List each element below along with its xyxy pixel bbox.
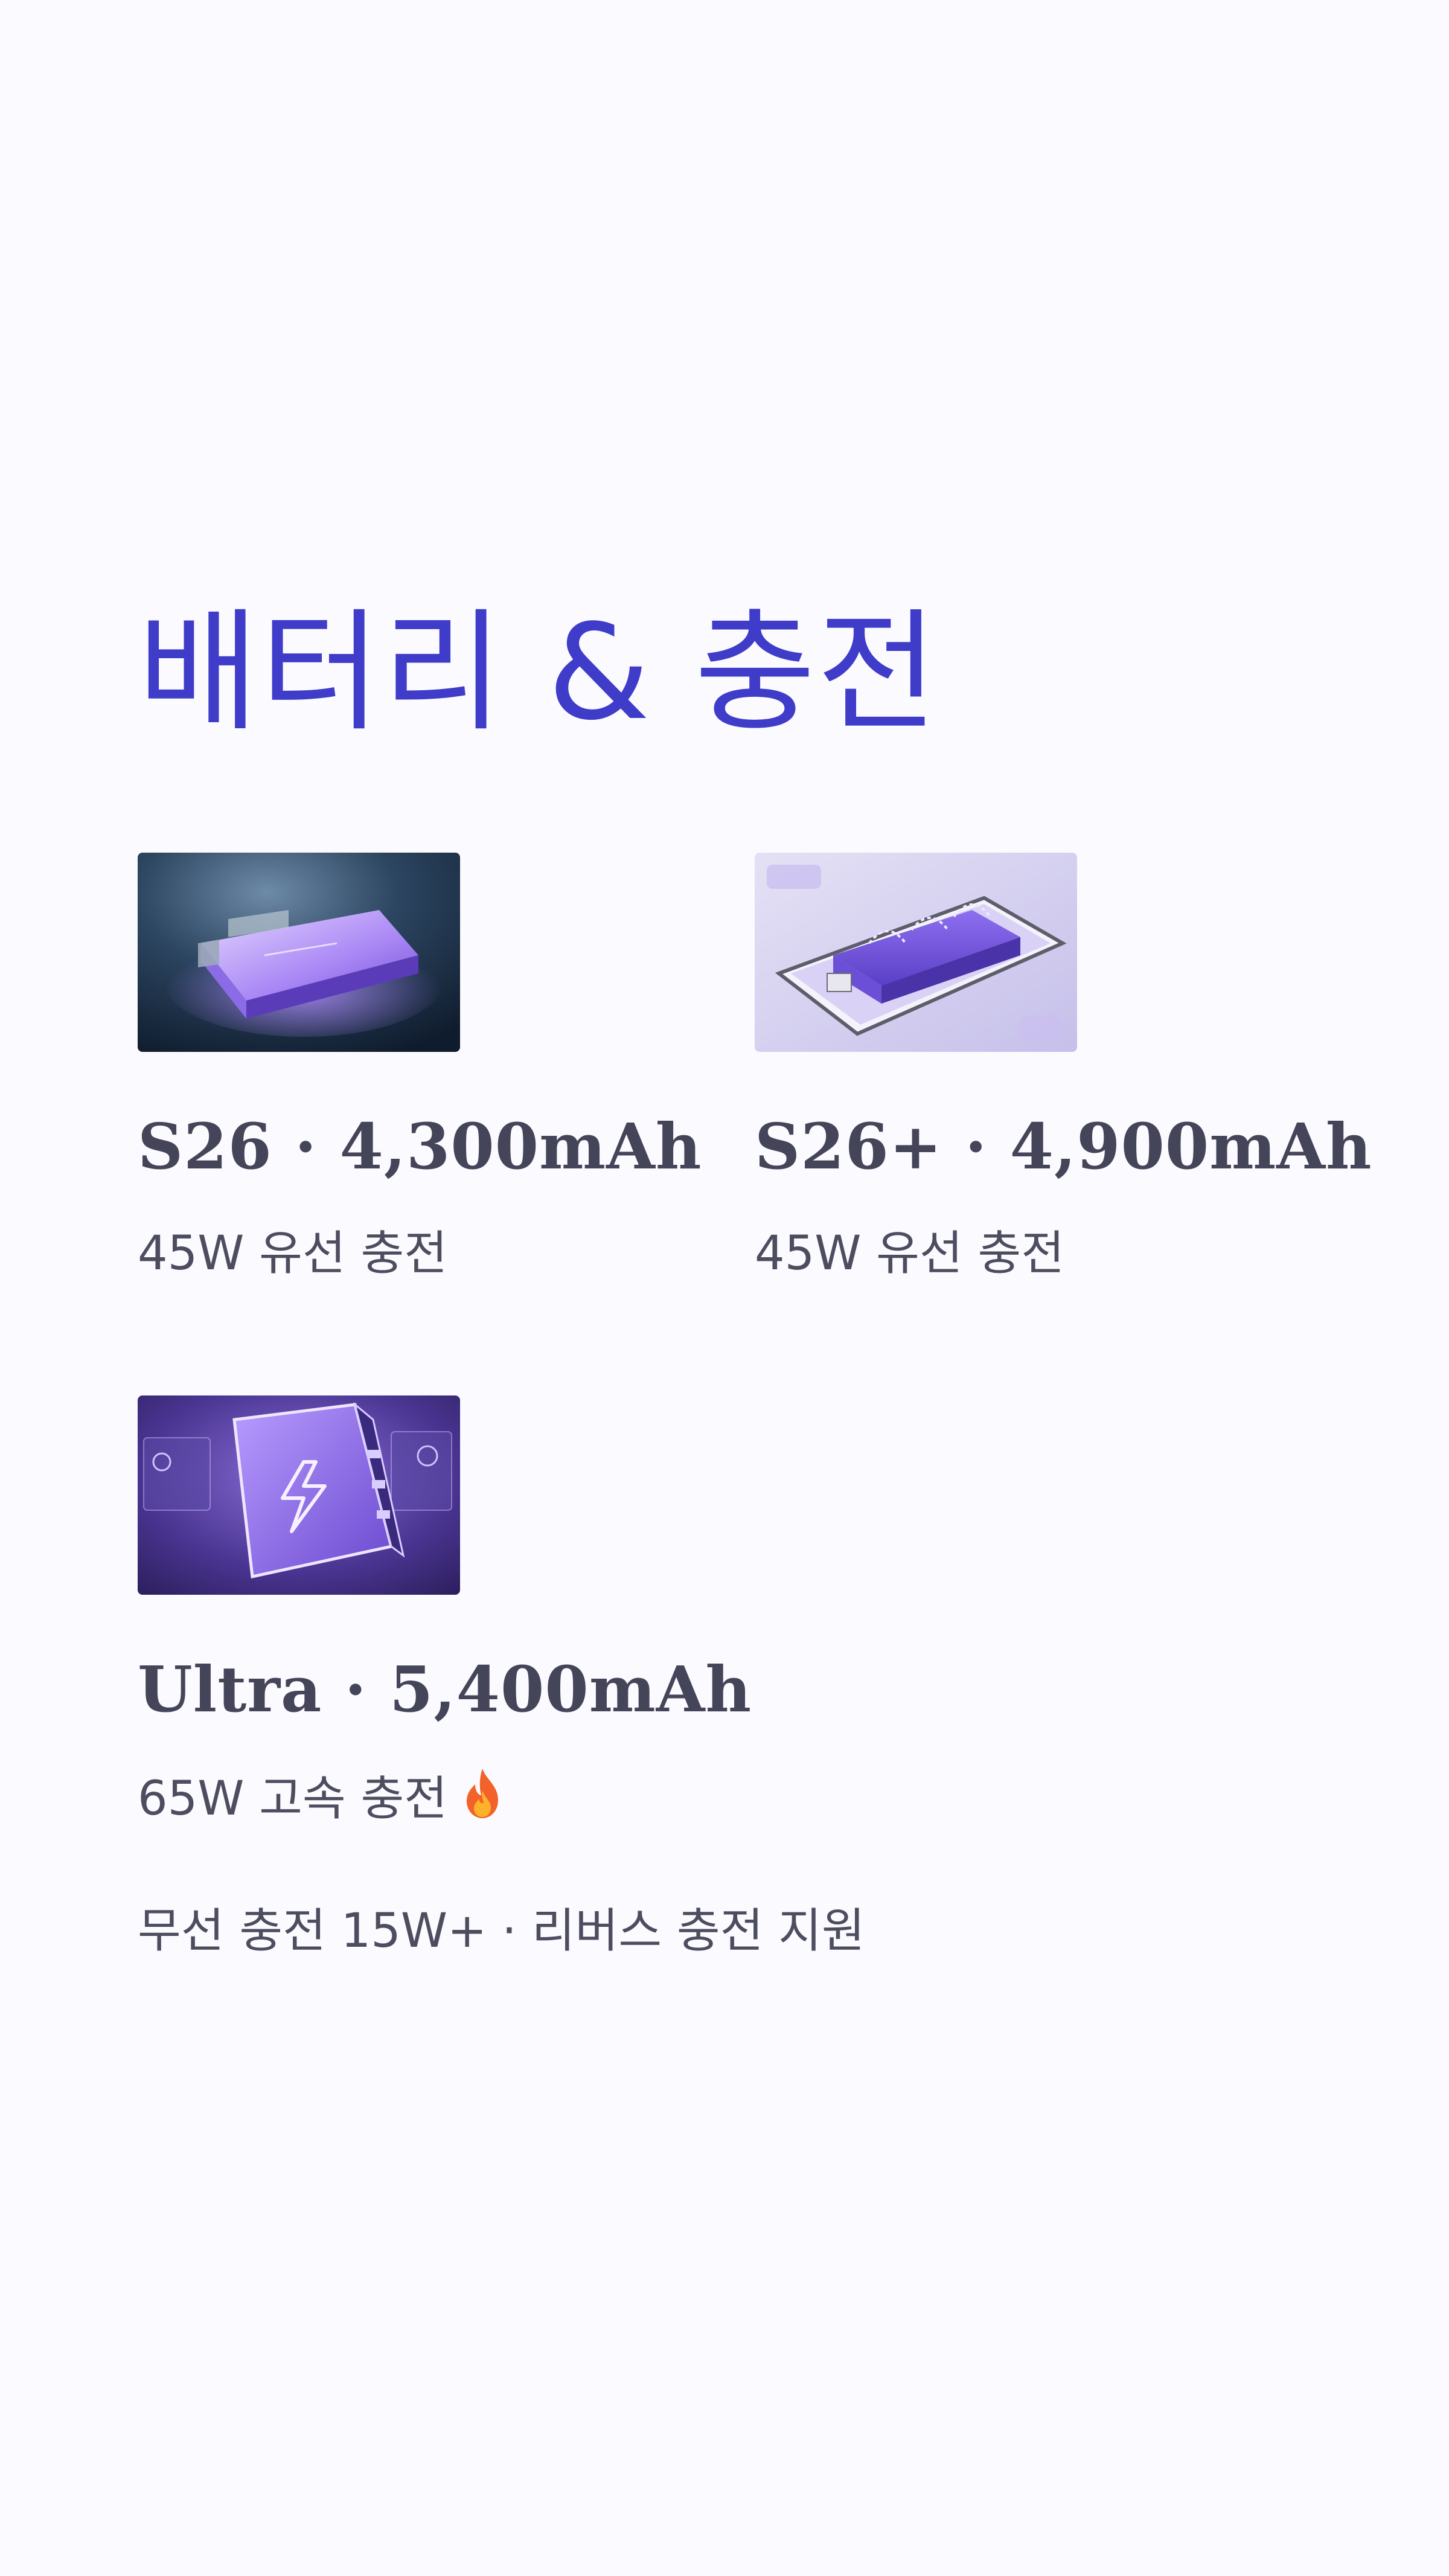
model-name: S26+ · 4,900mAh xyxy=(755,1109,1372,1184)
phone-battery-cutaway-image xyxy=(755,853,1077,1052)
page-title: 배터리 & 충전 xyxy=(138,597,939,749)
glowing-battery-cell-image xyxy=(138,853,460,1052)
model-name: S26 · 4,300mAh xyxy=(138,1109,702,1184)
model-card-s26: S26 · 4,300mAh 45W 유선 충전 xyxy=(138,853,717,1281)
model-card-s26-plus: S26+ · 4,900mAh 45W 유선 충전 xyxy=(755,853,1372,1281)
wireless-charging-note: 무선 충전 15W+ · 리버스 충전 지원 xyxy=(138,1904,865,1958)
charging-spec: 45W 유선 충전 xyxy=(755,1226,1065,1281)
fire-icon xyxy=(467,1769,499,1818)
charging-spec: 65W 고속 충전 xyxy=(138,1766,507,1829)
model-card-ultra: Ultra · 5,400mAh 65W 고속 충전 xyxy=(138,1395,751,1826)
model-name: Ultra · 5,400mAh xyxy=(138,1652,752,1726)
lightning-battery-image xyxy=(138,1395,460,1595)
charging-spec: 45W 유선 충전 xyxy=(138,1226,448,1281)
charging-spec-text: 65W 고속 충전 xyxy=(138,1772,448,1826)
